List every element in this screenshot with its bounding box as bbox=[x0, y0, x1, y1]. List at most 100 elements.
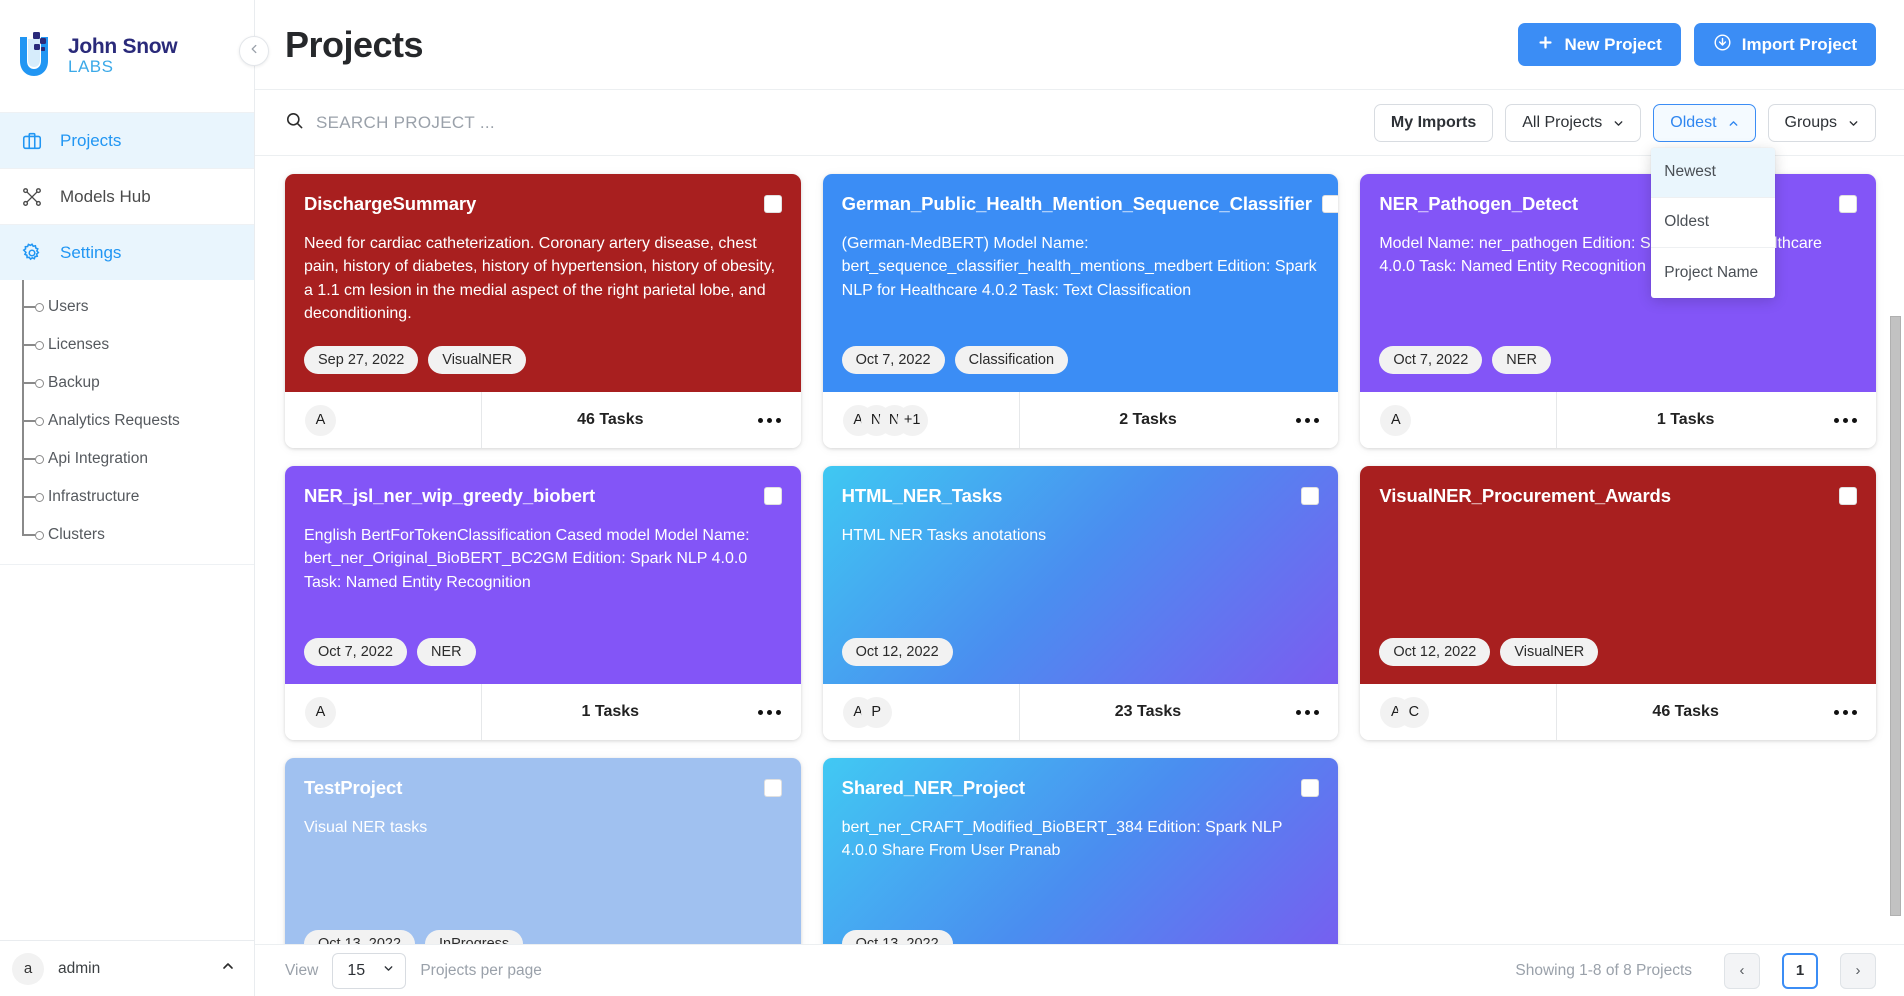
project-card-header: VisualNER_Procurement_Awards bbox=[1379, 485, 1857, 507]
sidebar-collapse-button[interactable] bbox=[239, 36, 269, 66]
import-project-button[interactable]: Import Project bbox=[1693, 23, 1876, 66]
project-select-checkbox[interactable] bbox=[763, 195, 782, 213]
project-title: DischargeSummary bbox=[304, 193, 477, 214]
sidebar-subitem-users[interactable]: Users bbox=[0, 288, 254, 326]
avatar: A bbox=[305, 404, 336, 436]
project-card[interactable]: NER_jsl_ner_wip_greedy_biobert English Be… bbox=[285, 466, 801, 740]
avatar: P bbox=[860, 696, 892, 728]
chevron-up-icon[interactable] bbox=[220, 958, 236, 979]
project-card-header: Shared_NER_Project bbox=[842, 777, 1320, 799]
project-date-tag: Oct 13, 2022 bbox=[841, 930, 953, 944]
new-project-button[interactable]: New Project bbox=[1518, 23, 1681, 66]
project-card[interactable]: DischargeSummary Need for cardiac cathete… bbox=[285, 174, 801, 448]
avatar: C bbox=[1398, 696, 1430, 728]
tree-branch-icon bbox=[22, 525, 46, 545]
project-more-menu-button[interactable] bbox=[739, 684, 801, 740]
chevron-down-icon bbox=[1847, 117, 1859, 129]
page-number-button[interactable]: 1 bbox=[1782, 952, 1818, 989]
project-description: Need for cardiac catheterization. Corona… bbox=[304, 235, 776, 322]
sidebar-item-projects[interactable]: Projects bbox=[0, 112, 254, 168]
brand-text: John Snow LABS bbox=[68, 35, 178, 77]
page-size-select[interactable]: 15 bbox=[332, 952, 407, 989]
project-select-checkbox[interactable] bbox=[1301, 779, 1320, 797]
project-card-header: German_Public_Health_Mention_Sequence_Cl… bbox=[842, 193, 1339, 215]
brand-logo[interactable]: John Snow LABS bbox=[0, 0, 254, 112]
project-card[interactable]: German_Public_Health_Mention_Sequence_Cl… bbox=[822, 174, 1339, 448]
sort-option-oldest[interactable]: Oldest bbox=[1651, 198, 1776, 248]
search-container bbox=[285, 111, 1362, 135]
project-more-menu-button[interactable] bbox=[1276, 392, 1338, 448]
project-members: AP bbox=[823, 684, 1019, 740]
project-description: English BertForTokenClassification Cased… bbox=[304, 527, 750, 591]
project-card[interactable]: NER_Pathogen_Detect Model Name: ner_patho… bbox=[1360, 174, 1876, 448]
project-tags: Oct 7, 2022 NER bbox=[1379, 328, 1857, 374]
project-card-header: TestProject bbox=[304, 777, 782, 799]
project-title: TestProject bbox=[304, 777, 403, 798]
sidebar-subitem-api-integration[interactable]: Api Integration bbox=[0, 440, 254, 478]
project-card[interactable]: Shared_NER_Project bert_ner_CRAFT_Modifie… bbox=[822, 758, 1339, 944]
project-description: Visual NER tasks bbox=[304, 819, 428, 837]
sort-option-project-name[interactable]: Project Name bbox=[1651, 248, 1775, 298]
vertical-scrollbar[interactable] bbox=[1889, 316, 1902, 916]
sidebar-subitem-clusters[interactable]: Clusters bbox=[0, 516, 254, 554]
my-imports-label: My Imports bbox=[1390, 113, 1477, 131]
sidebar-item-label: Projects bbox=[60, 130, 122, 150]
project-date-tag: Oct 12, 2022 bbox=[841, 638, 953, 666]
sidebar-item-settings[interactable]: Settings bbox=[0, 224, 254, 280]
sidebar-subitem-infrastructure[interactable]: Infrastructure bbox=[0, 478, 254, 516]
chevron-left-icon bbox=[247, 42, 261, 61]
sidebar-item-models-hub[interactable]: Models Hub bbox=[0, 168, 254, 224]
all-projects-filter[interactable]: All Projects bbox=[1505, 103, 1642, 142]
sort-option-label: Oldest bbox=[1664, 213, 1710, 230]
project-select-checkbox[interactable] bbox=[1839, 487, 1857, 505]
project-date-tag: Oct 7, 2022 bbox=[841, 346, 945, 374]
project-more-menu-button[interactable] bbox=[1814, 684, 1876, 740]
project-card[interactable]: VisualNER_Procurement_Awards Oct 12, 2022… bbox=[1360, 466, 1876, 740]
project-select-checkbox[interactable] bbox=[763, 779, 782, 797]
project-tags: Oct 13, 2022 InProgress bbox=[304, 912, 782, 944]
project-select-checkbox[interactable] bbox=[1321, 195, 1339, 213]
user-menu[interactable]: a admin bbox=[0, 940, 254, 996]
sidebar-subitem-analytics-requests[interactable]: Analytics Requests bbox=[0, 402, 254, 440]
sidebar-subitem-backup[interactable]: Backup bbox=[0, 364, 254, 402]
tree-branch-icon bbox=[22, 373, 46, 393]
brand-line-2: LABS bbox=[68, 57, 114, 77]
project-card[interactable]: TestProject Visual NER tasks Oct 13, 2022 I… bbox=[285, 758, 801, 944]
project-more-menu-button[interactable] bbox=[1276, 684, 1338, 740]
sidebar-subitem-label: Users bbox=[48, 298, 89, 315]
project-select-checkbox[interactable] bbox=[1839, 195, 1857, 213]
project-select-checkbox[interactable] bbox=[763, 487, 782, 505]
project-members: A bbox=[285, 392, 481, 448]
sidebar-subitem-licenses[interactable]: Licenses bbox=[0, 326, 254, 364]
sort-filter-button[interactable]: Oldest bbox=[1653, 103, 1756, 142]
avatar-overflow-count: +1 bbox=[896, 404, 928, 436]
sidebar-subitem-label: Backup bbox=[48, 374, 100, 391]
project-card-body: NER_jsl_ner_wip_greedy_biobert English Be… bbox=[285, 466, 801, 684]
project-select-checkbox[interactable] bbox=[1301, 487, 1320, 505]
project-type-tag: InProgress bbox=[425, 930, 524, 944]
search-input[interactable] bbox=[316, 112, 1362, 133]
project-more-menu-button[interactable] bbox=[739, 392, 801, 448]
next-page-button[interactable]: › bbox=[1840, 952, 1876, 989]
import-project-label: Import Project bbox=[1741, 34, 1857, 54]
project-task-count: 1 Tasks bbox=[480, 684, 739, 740]
sort-option-newest[interactable]: Newest bbox=[1651, 147, 1776, 198]
project-description: Model Name: ner_pathogen Edition: Spark … bbox=[1379, 235, 1822, 276]
filter-toolbar: My Imports All Projects Oldest Newest bbox=[255, 90, 1904, 298]
project-card-footer: A 1 Tasks bbox=[285, 684, 801, 740]
groups-filter[interactable]: Groups bbox=[1767, 103, 1876, 142]
tree-branch-icon bbox=[22, 411, 46, 431]
main-content: Projects New Project Import Project SEAR… bbox=[255, 0, 1904, 996]
prev-page-button[interactable]: ‹ bbox=[1724, 952, 1760, 989]
project-card[interactable]: HTML_NER_Tasks HTML NER Tasks anotations O… bbox=[822, 466, 1339, 740]
project-task-count: 1 Tasks bbox=[1556, 392, 1814, 448]
scrollbar-thumb[interactable] bbox=[1890, 316, 1901, 916]
my-imports-button[interactable]: My Imports bbox=[1373, 103, 1494, 142]
ellipsis-icon bbox=[758, 417, 782, 423]
tree-branch-icon bbox=[22, 487, 46, 507]
project-more-menu-button[interactable] bbox=[1814, 392, 1876, 448]
project-title: NER_jsl_ner_wip_greedy_biobert bbox=[304, 485, 596, 506]
project-task-count: 2 Tasks bbox=[1018, 392, 1277, 448]
sidebar-subitem-label: Infrastructure bbox=[48, 488, 140, 505]
